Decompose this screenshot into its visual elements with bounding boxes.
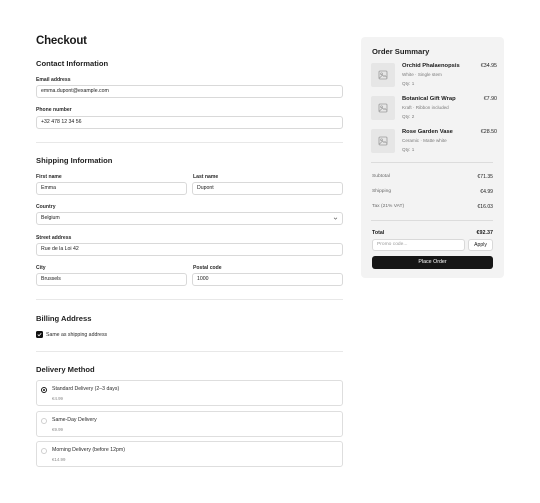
summary-item: Rose Garden Vase Ceramic · Matte white Q… <box>371 129 497 156</box>
delivery-option-name: Same-Day Delivery <box>52 417 97 423</box>
delivery-option-standard[interactable]: Standard Delivery (2–3 days) €4.99 <box>36 380 343 406</box>
order-summary-panel: Order Summary Orchid Phalaenopsis White … <box>361 37 504 278</box>
delivery-section-title: Delivery Method <box>36 365 95 374</box>
chevron-down-icon <box>333 217 338 220</box>
same-as-shipping-label[interactable]: Same as shipping address <box>46 332 107 338</box>
billing-section-title: Billing Address <box>36 314 92 323</box>
last-name-field[interactable]: Dupont <box>192 182 343 195</box>
apply-promo-button[interactable]: Apply <box>468 239 493 251</box>
item-thumbnail <box>371 96 395 120</box>
item-name: Orchid Phalaenopsis <box>402 63 460 69</box>
item-thumbnail <box>371 63 395 87</box>
total-value: €92.37 <box>476 230 494 236</box>
shipping-section-title: Shipping Information <box>36 156 113 165</box>
phone-label: Phone number <box>36 107 72 113</box>
same-as-shipping-checkbox[interactable] <box>36 331 43 338</box>
street-label: Street address <box>36 235 72 241</box>
subtotal-label: Subtotal <box>372 174 390 179</box>
subtotal-value: €71.35 <box>477 174 493 180</box>
place-order-button[interactable]: Place Order <box>372 256 493 269</box>
country-select-value: Belgium <box>41 215 60 221</box>
city-field[interactable]: Brussels <box>36 273 187 286</box>
image-placeholder-icon <box>378 70 388 80</box>
first-name-label: First name <box>36 174 62 180</box>
summary-item: Botanical Gift Wrap Kraft · Ribbon inclu… <box>371 96 497 123</box>
summary-item: Orchid Phalaenopsis White · Single stem … <box>371 63 497 90</box>
item-qty: Qty: 1 <box>402 147 415 152</box>
delivery-option-morning[interactable]: Morning Delivery (before 12pm) €14.99 <box>36 441 343 467</box>
contact-section-title: Contact Information <box>36 59 109 68</box>
delivery-option-price: €4.99 <box>52 396 63 401</box>
item-name: Botanical Gift Wrap <box>402 96 456 102</box>
email-label: Email address <box>36 77 71 83</box>
item-meta: White · Single stem <box>402 72 442 77</box>
shipping-value: €4.99 <box>480 189 493 195</box>
item-name: Rose Garden Vase <box>402 129 453 135</box>
country-label: Country <box>36 204 56 210</box>
first-name-field[interactable]: Emma <box>36 182 187 195</box>
email-field[interactable]: emma.dupont@example.com <box>36 85 343 98</box>
section-divider <box>36 142 343 143</box>
image-placeholder-icon <box>378 103 388 113</box>
section-divider <box>36 351 343 352</box>
delivery-option-name: Standard Delivery (2–3 days) <box>52 386 120 392</box>
item-qty: Qty: 2 <box>402 114 415 119</box>
postal-code-label: Postal code <box>193 265 222 271</box>
shipping-label: Shipping <box>372 189 392 194</box>
last-name-label: Last name <box>193 174 219 180</box>
delivery-option-price: €14.99 <box>52 457 66 462</box>
radio-button[interactable] <box>41 387 47 393</box>
radio-button[interactable] <box>41 448 47 454</box>
item-price: €7.90 <box>483 96 497 102</box>
item-price: €28.50 <box>480 129 497 135</box>
tax-value: €16.03 <box>477 204 493 210</box>
image-placeholder-icon <box>378 136 388 146</box>
radio-button[interactable] <box>41 418 47 424</box>
postal-code-field[interactable]: 1000 <box>192 273 343 286</box>
item-qty: Qty: 1 <box>402 81 415 86</box>
item-price: €34.95 <box>480 63 497 69</box>
total-label: Total <box>372 230 385 236</box>
country-select[interactable]: Belgium <box>36 212 343 225</box>
street-field[interactable]: Rue de la Loi 42 <box>36 243 343 256</box>
section-divider <box>36 299 343 300</box>
checkmark-icon <box>37 332 42 337</box>
city-label: City <box>36 265 46 271</box>
order-summary-title: Order Summary <box>372 47 430 56</box>
delivery-option-name: Morning Delivery (before 12pm) <box>52 447 125 453</box>
promo-code-input[interactable]: Promo code... <box>372 239 465 251</box>
item-thumbnail <box>371 129 395 153</box>
phone-field[interactable]: +32 478 12 34 56 <box>36 116 343 129</box>
delivery-option-price: €9.99 <box>52 427 63 432</box>
delivery-option-same-day[interactable]: Same-Day Delivery €9.99 <box>36 411 343 437</box>
item-meta: Ceramic · Matte white <box>402 138 447 143</box>
summary-divider <box>371 220 493 221</box>
summary-divider <box>371 162 493 163</box>
item-meta: Kraft · Ribbon included <box>402 105 449 110</box>
tax-label: Tax (21% VAT) <box>372 204 405 209</box>
page-title: Checkout <box>36 35 87 47</box>
